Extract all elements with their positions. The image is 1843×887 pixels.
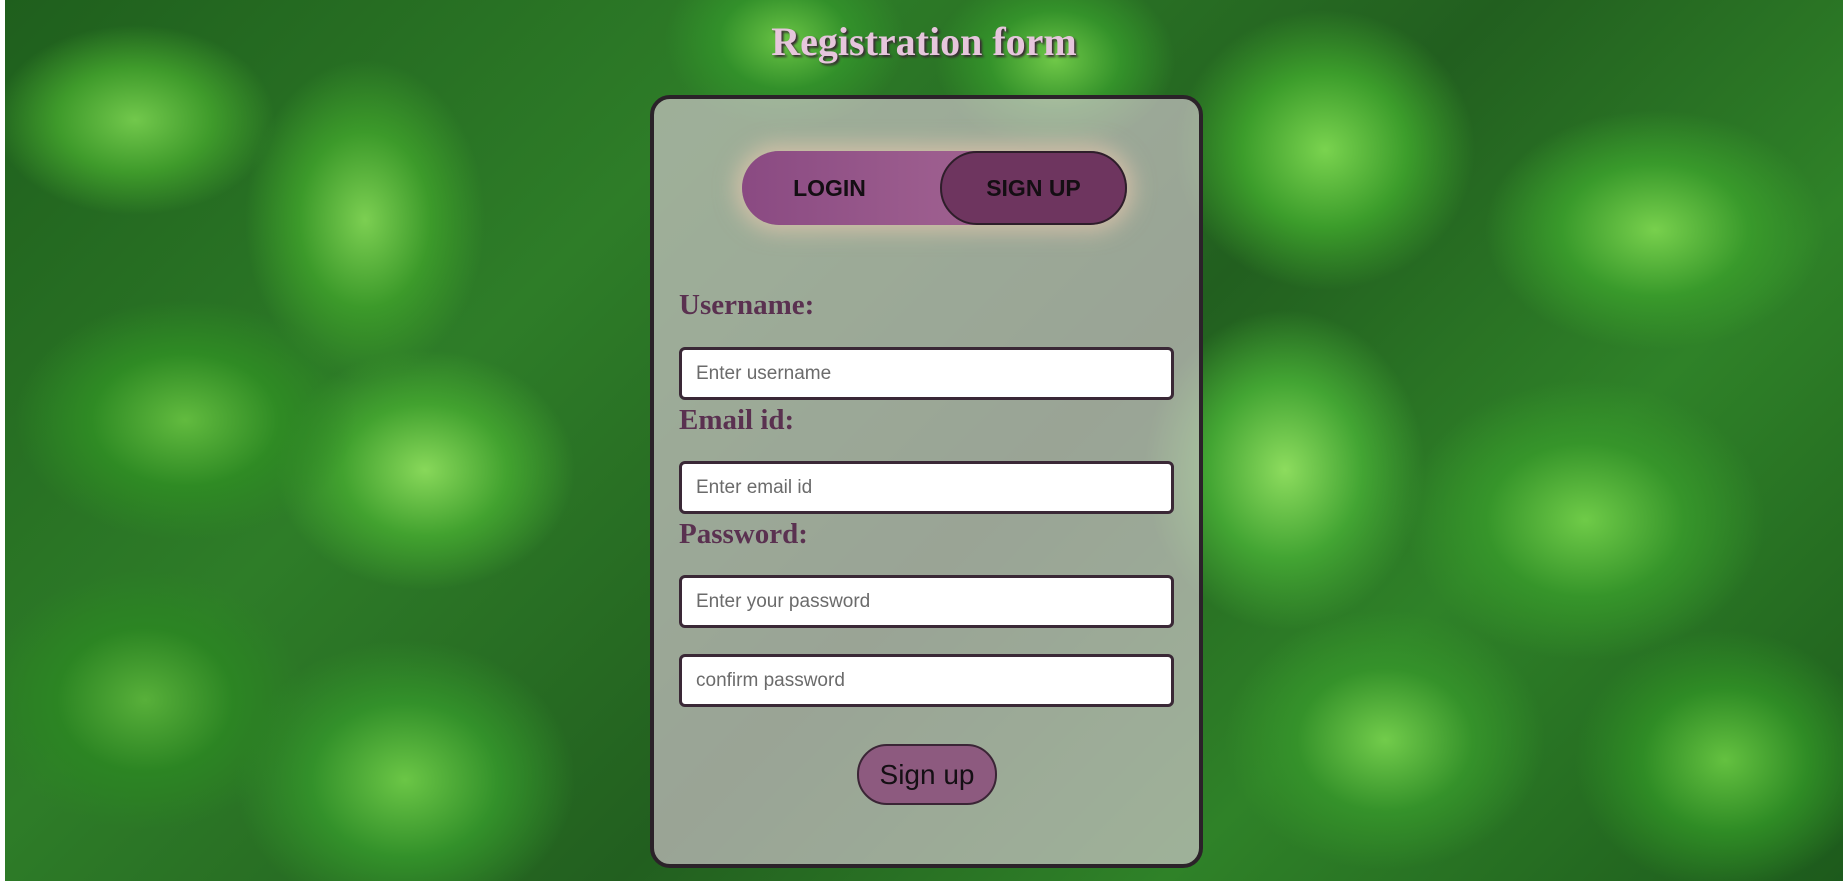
confirm-password-input[interactable] bbox=[679, 654, 1174, 707]
email-input[interactable] bbox=[679, 461, 1174, 514]
signup-toggle-button[interactable]: SIGN UP bbox=[940, 151, 1127, 225]
password-label: Password: bbox=[679, 518, 808, 550]
signup-submit-button[interactable]: Sign up bbox=[857, 744, 997, 805]
page-title: Registration form bbox=[771, 19, 1077, 64]
password-input[interactable] bbox=[679, 575, 1174, 628]
login-toggle-button[interactable]: LOGIN bbox=[742, 151, 917, 225]
leaf-background: Registration form LOGIN SIGN UP Username… bbox=[5, 0, 1843, 881]
username-label: Username: bbox=[679, 289, 815, 321]
auth-mode-toggle: LOGIN SIGN UP bbox=[742, 151, 1127, 225]
email-label: Email id: bbox=[679, 404, 795, 436]
registration-card: LOGIN SIGN UP Username: Email id: Passwo… bbox=[650, 95, 1203, 868]
username-input[interactable] bbox=[679, 347, 1174, 400]
